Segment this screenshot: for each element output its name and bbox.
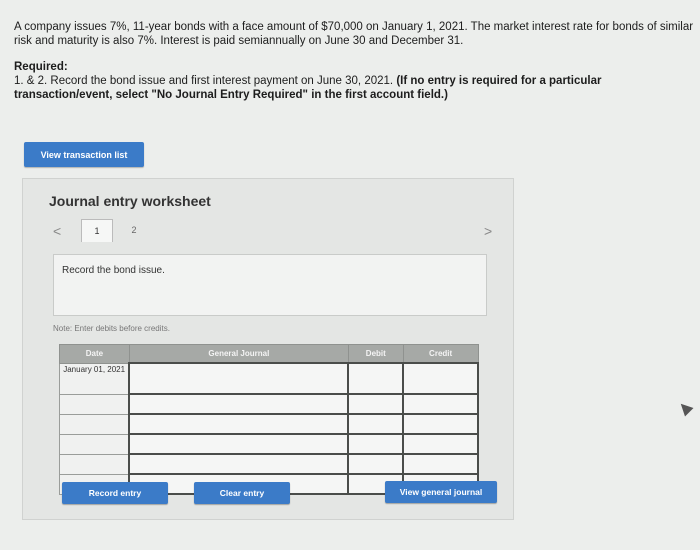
table-row — [59, 433, 479, 455]
credit-input[interactable] — [402, 393, 479, 415]
debit-input[interactable] — [347, 453, 405, 475]
tab-1[interactable]: 1 — [81, 219, 113, 242]
account-input[interactable] — [128, 393, 350, 415]
worksheet-title: Journal entry worksheet — [49, 193, 211, 209]
view-general-journal-button[interactable]: View general journal — [385, 481, 497, 503]
required-instruction: 1. & 2. Record the bond issue and first … — [14, 75, 394, 87]
account-input[interactable] — [128, 362, 350, 395]
table-row — [59, 453, 479, 475]
account-header: General Journal — [128, 344, 349, 364]
clear-entry-button[interactable]: Clear entry — [194, 482, 290, 504]
instruction-text: Record the bond issue. — [62, 265, 165, 276]
general-journal-table: Date General Journal Debit Credit Januar… — [59, 344, 479, 495]
account-input[interactable] — [128, 453, 350, 475]
chevron-left-icon[interactable]: < — [53, 223, 61, 239]
table-header-row: Date General Journal Debit Credit — [59, 344, 479, 364]
problem-line-2: risk and maturity is also 7%. Interest i… — [14, 35, 464, 47]
debit-input[interactable] — [347, 362, 405, 395]
instruction-box: Record the bond issue. — [53, 254, 487, 316]
table-row — [59, 413, 479, 435]
problem-line-1: A company issues 7%, 11-year bonds with … — [14, 21, 694, 33]
required-heading: Required: — [14, 61, 68, 73]
date-cell — [59, 433, 130, 455]
date-header: Date — [59, 344, 130, 364]
chevron-right-icon[interactable]: > — [484, 223, 492, 239]
tab-2[interactable]: 2 — [119, 219, 149, 241]
required-text: 1. & 2. Record the bond issue and first … — [14, 74, 694, 102]
account-input[interactable] — [128, 433, 350, 455]
mouse-pointer-icon — [676, 399, 694, 417]
journal-entry-worksheet: Journal entry worksheet < 1 2 > Record t… — [22, 178, 514, 520]
record-entry-button[interactable]: Record entry — [62, 482, 168, 504]
debit-credit-note: Note: Enter debits before credits. — [53, 324, 170, 333]
debit-header: Debit — [347, 344, 404, 364]
view-transaction-list-button[interactable]: View transaction list — [24, 142, 144, 167]
credit-input[interactable] — [402, 362, 479, 395]
debit-input[interactable] — [347, 393, 405, 415]
credit-input[interactable] — [402, 413, 479, 435]
date-cell — [59, 393, 130, 415]
debit-input[interactable] — [347, 433, 405, 455]
credit-header: Credit — [402, 344, 479, 364]
credit-input[interactable] — [402, 433, 479, 455]
credit-input[interactable] — [402, 453, 479, 475]
problem-statement: A company issues 7%, 11-year bonds with … — [14, 20, 694, 102]
table-row: January 01, 2021 — [59, 362, 479, 395]
account-input[interactable] — [128, 413, 350, 435]
debit-input[interactable] — [347, 413, 405, 435]
date-cell — [59, 453, 130, 475]
table-row — [59, 393, 479, 415]
date-cell — [59, 413, 130, 435]
date-cell: January 01, 2021 — [59, 362, 130, 395]
